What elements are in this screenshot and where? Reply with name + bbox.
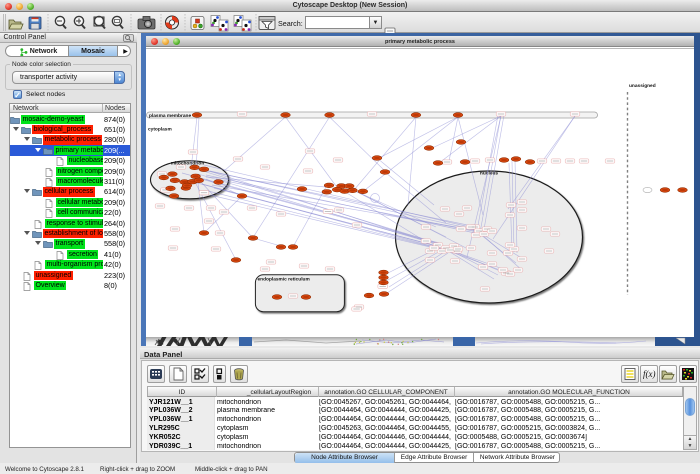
- svg-text:cytoplasm: cytoplasm: [148, 127, 172, 133]
- svg-text:plasma membrane: plasma membrane: [149, 113, 191, 119]
- svg-text:endoplasmic reticulum: endoplasmic reticulum: [258, 277, 310, 283]
- svg-text:mitochondrion: mitochondrion: [171, 161, 205, 167]
- svg-text:unassigned: unassigned: [629, 83, 656, 89]
- svg-text:f(x): f(x): [643, 369, 656, 379]
- svg-text:nucleus: nucleus: [480, 171, 498, 177]
